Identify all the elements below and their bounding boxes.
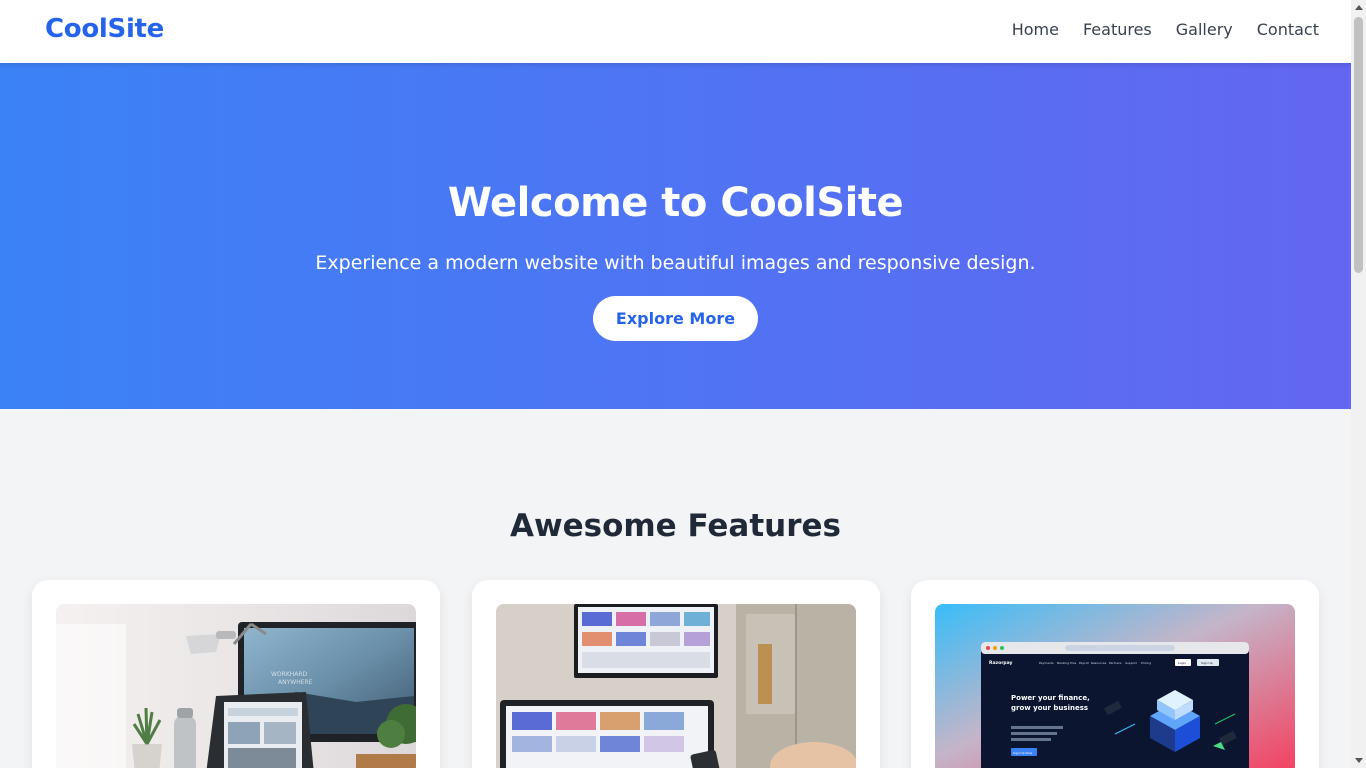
screenshot-menu-item: Payments [1039, 661, 1054, 665]
finance-website-image: Razorpay Payments Banking Plus Payroll R… [935, 604, 1295, 768]
screenshot-login: Login [1178, 661, 1186, 665]
hero-section: Welcome to CoolSite Experience a modern … [0, 63, 1351, 409]
scrollbar-thumb[interactable] [1354, 17, 1363, 273]
screenshot-signup: Sign Up [1201, 661, 1213, 665]
main-nav: Home Features Gallery Contact [1012, 20, 1319, 39]
site-header: CoolSite Home Features Gallery Contact [0, 0, 1351, 63]
screenshot-menu-item: Pricing [1141, 661, 1151, 665]
page-scrollbar[interactable] [1351, 0, 1366, 768]
screenshot-cta: Sign Up Now [1013, 751, 1033, 755]
svg-text:WORKHARD: WORKHARD [271, 671, 308, 678]
feature-card: Razorpay Payments Banking Plus Payroll R… [911, 580, 1319, 768]
screenshot-logo: Razorpay [989, 660, 1013, 666]
nav-gallery-link[interactable]: Gallery [1176, 20, 1233, 39]
explore-more-button[interactable]: Explore More [593, 296, 758, 341]
page: CoolSite Home Features Gallery Contact W… [0, 0, 1351, 768]
screenshot-menu-item: Support [1125, 661, 1138, 665]
workspace-desk-image: WORKHARD ANYWHERE [56, 604, 416, 768]
screenshot-menu-item: Payroll [1079, 661, 1089, 665]
screenshot-menu-item: Partners [1109, 661, 1122, 665]
screenshot-menu-item: Resources [1091, 661, 1107, 665]
hero-title: Welcome to CoolSite [447, 180, 904, 226]
office-screens-image [496, 604, 856, 768]
screenshot-headline-2: grow your business [1011, 704, 1088, 712]
screenshot-headline-1: Power your finance, [1011, 694, 1090, 702]
scroll-up-arrow-icon[interactable] [1351, 0, 1366, 15]
feature-card [472, 580, 880, 768]
nav-contact-link[interactable]: Contact [1257, 20, 1319, 39]
svg-text:ANYWHERE: ANYWHERE [278, 679, 313, 686]
features-title: Awesome Features [509, 508, 842, 544]
nav-home-link[interactable]: Home [1012, 20, 1059, 39]
brand-logo[interactable]: CoolSite [45, 14, 164, 44]
hero-subtitle: Experience a modern website with beautif… [315, 252, 1036, 274]
nav-features-link[interactable]: Features [1083, 20, 1152, 39]
scroll-down-arrow-icon[interactable] [1351, 753, 1366, 768]
feature-card: WORKHARD ANYWHERE [32, 580, 440, 768]
screenshot-menu-item: Banking Plus [1057, 661, 1077, 665]
